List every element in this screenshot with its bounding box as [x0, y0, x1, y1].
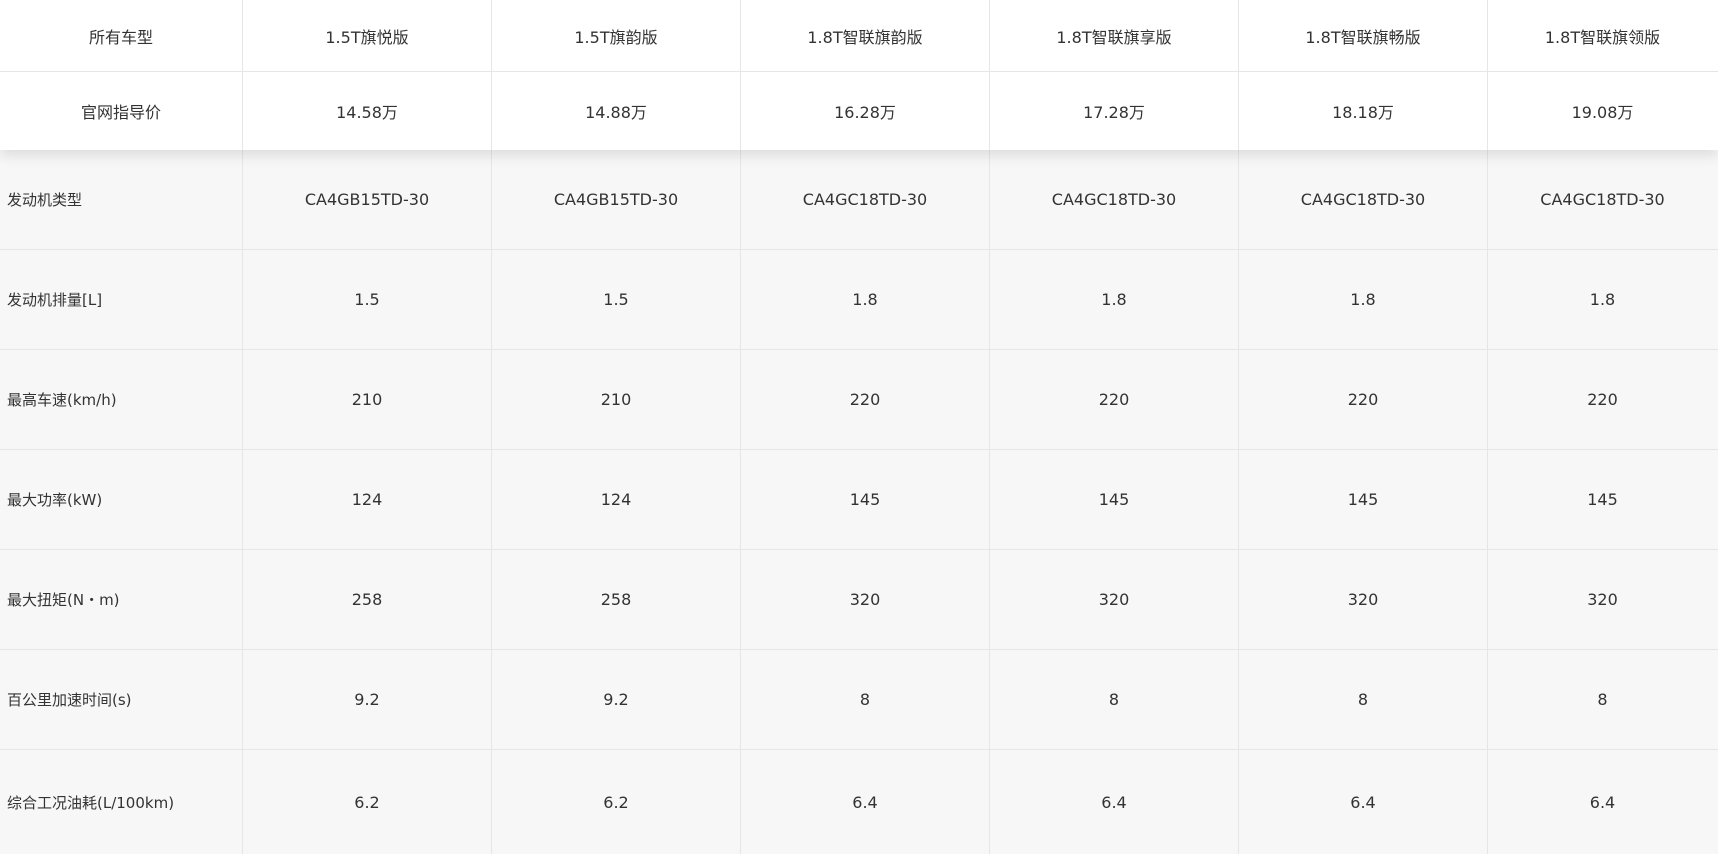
- table-cell: CA4GB15TD-30: [492, 150, 741, 249]
- table-cell: 9.2: [492, 650, 741, 749]
- table-cell: 220: [741, 350, 990, 449]
- table-cell: 8: [1239, 650, 1488, 749]
- table-header: 所有车型 1.5T旗悦版 1.5T旗韵版 1.8T智联旗韵版 1.8T智联旗享版…: [0, 0, 1718, 150]
- price-value: 18.18万: [1239, 72, 1488, 150]
- table-row: 百公里加速时间(s) 9.2 9.2 8 8 8 8: [0, 650, 1718, 750]
- row-label: 最大扭矩(N・m): [0, 550, 243, 649]
- table-cell: 145: [1239, 450, 1488, 549]
- all-models-label: 所有车型: [0, 0, 243, 71]
- table-cell: 6.2: [243, 750, 492, 854]
- table-cell: 220: [1239, 350, 1488, 449]
- row-label: 发动机类型: [0, 150, 243, 249]
- model-name[interactable]: 1.5T旗韵版: [492, 0, 741, 71]
- table-cell: 320: [1239, 550, 1488, 649]
- price-value: 17.28万: [990, 72, 1239, 150]
- table-row: 最大功率(kW) 124 124 145 145 145 145: [0, 450, 1718, 550]
- table-cell: 8: [990, 650, 1239, 749]
- row-label: 最高车速(km/h): [0, 350, 243, 449]
- table-cell: 6.4: [741, 750, 990, 854]
- table-cell: 1.8: [1589, 290, 1616, 309]
- table-cell: CA4GC18TD-30: [1540, 190, 1665, 209]
- model-row: 所有车型 1.5T旗悦版 1.5T旗韵版 1.8T智联旗韵版 1.8T智联旗享版…: [0, 0, 1718, 71]
- row-label: 百公里加速时间(s): [0, 650, 243, 749]
- price-value: 16.28万: [741, 72, 990, 150]
- table-row: 最高车速(km/h) 210 210 220 220 220 220: [0, 350, 1718, 450]
- table-cell: 258: [243, 550, 492, 649]
- table-cell: 210: [492, 350, 741, 449]
- table-cell: 320: [1587, 590, 1618, 609]
- table-cell: 220: [990, 350, 1239, 449]
- table-cell: 210: [243, 350, 492, 449]
- table-cell: 9.2: [243, 650, 492, 749]
- table-cell: 258: [492, 550, 741, 649]
- table-cell: 1.8: [741, 250, 990, 349]
- model-name[interactable]: 1.8T智联旗享版: [990, 0, 1239, 71]
- table-cell: 320: [990, 550, 1239, 649]
- table-row: 发动机类型 CA4GB15TD-30 CA4GB15TD-30 CA4GC18T…: [0, 150, 1718, 250]
- model-name[interactable]: 1.5T旗悦版: [243, 0, 492, 71]
- table-cell: 1.8: [1239, 250, 1488, 349]
- table-row: 发动机排量[L] 1.5 1.5 1.8 1.8 1.8 1.8: [0, 250, 1718, 350]
- table-row: 综合工况油耗(L/100km) 6.2 6.2 6.4 6.4 6.4 6.4: [0, 750, 1718, 854]
- table-row: 最大扭矩(N・m) 258 258 320 320 320 320: [0, 550, 1718, 650]
- price-value: 19.08万: [1571, 103, 1634, 122]
- table-body: 发动机类型 CA4GB15TD-30 CA4GB15TD-30 CA4GC18T…: [0, 150, 1718, 854]
- row-label: 最大功率(kW): [0, 450, 243, 549]
- model-name[interactable]: 1.8T智联旗韵版: [741, 0, 990, 71]
- table-cell: 124: [243, 450, 492, 549]
- spec-comparison-table: 所有车型 1.5T旗悦版 1.5T旗韵版 1.8T智联旗韵版 1.8T智联旗享版…: [0, 0, 1718, 854]
- table-cell: 145: [741, 450, 990, 549]
- price-label: 官网指导价: [0, 72, 243, 150]
- table-cell: 1.5: [492, 250, 741, 349]
- table-cell: CA4GC18TD-30: [990, 150, 1239, 249]
- table-cell: 6.4: [990, 750, 1239, 854]
- table-cell: 320: [741, 550, 990, 649]
- row-label: 发动机排量[L]: [0, 250, 243, 349]
- table-cell: 6.2: [492, 750, 741, 854]
- table-cell: 1.8: [990, 250, 1239, 349]
- price-row: 官网指导价 14.58万 14.88万 16.28万 17.28万 18.18万…: [0, 71, 1718, 150]
- table-cell: 1.5: [243, 250, 492, 349]
- row-label: 综合工况油耗(L/100km): [0, 750, 243, 854]
- table-cell: 8: [741, 650, 990, 749]
- table-cell: 124: [492, 450, 741, 549]
- table-cell: 220: [1587, 390, 1618, 409]
- table-cell: CA4GB15TD-30: [243, 150, 492, 249]
- price-value: 14.88万: [492, 72, 741, 150]
- model-name[interactable]: 1.8T智联旗畅版: [1239, 0, 1488, 71]
- price-value: 14.58万: [243, 72, 492, 150]
- table-cell: CA4GC18TD-30: [741, 150, 990, 249]
- model-name[interactable]: 1.8T智联旗领版: [1488, 0, 1717, 71]
- table-cell: 8: [1597, 690, 1608, 709]
- table-cell: 145: [1587, 490, 1618, 509]
- table-cell: 6.4: [1589, 792, 1616, 812]
- table-cell: 145: [990, 450, 1239, 549]
- table-cell: 6.4: [1239, 750, 1488, 854]
- table-cell: CA4GC18TD-30: [1239, 150, 1488, 249]
